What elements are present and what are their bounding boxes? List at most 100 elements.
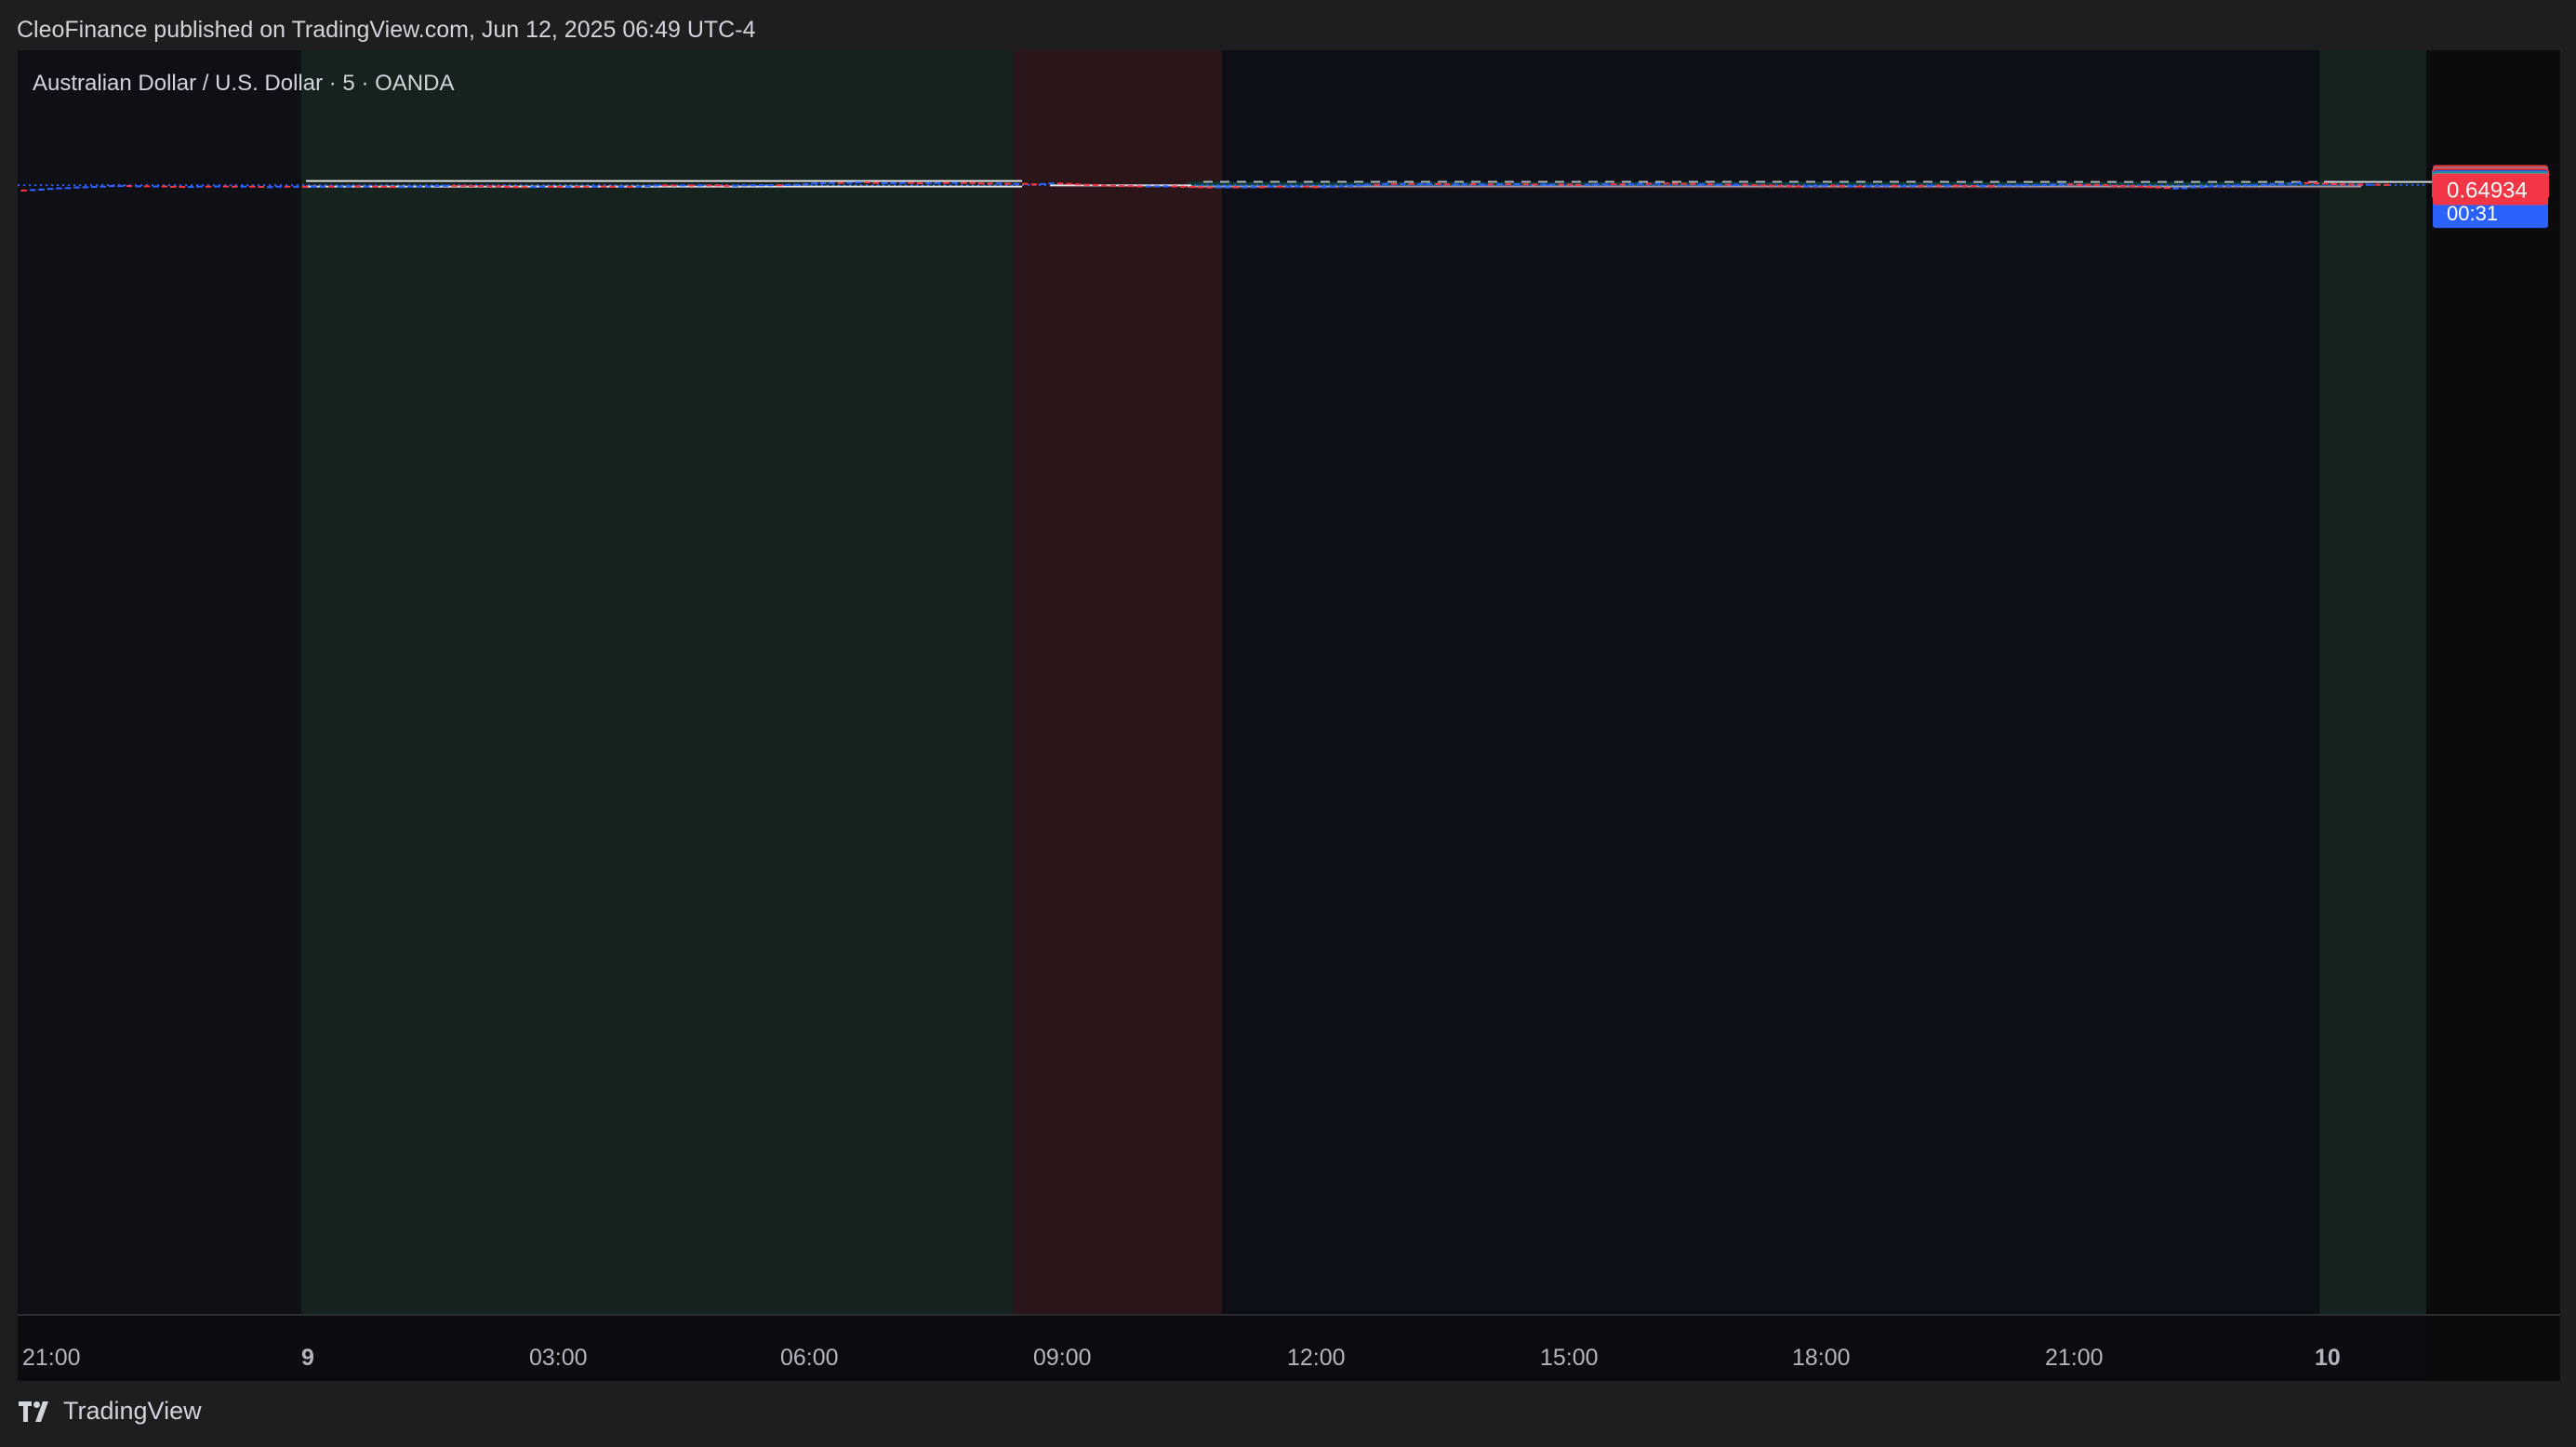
candle[interactable] <box>1048 182 1056 185</box>
candle[interactable] <box>1127 185 1135 188</box>
candle[interactable] <box>1716 183 1722 186</box>
candle[interactable] <box>1338 185 1345 188</box>
candle[interactable] <box>943 181 949 184</box>
candle[interactable] <box>1004 182 1011 185</box>
candle[interactable] <box>196 185 203 188</box>
candle[interactable] <box>169 185 177 188</box>
candle[interactable] <box>82 186 89 189</box>
candle[interactable] <box>1513 183 1520 186</box>
candle[interactable] <box>1619 183 1626 186</box>
candle[interactable] <box>442 184 449 187</box>
candle[interactable] <box>135 185 141 188</box>
candle[interactable] <box>714 184 722 187</box>
candle[interactable] <box>398 186 405 189</box>
candle[interactable] <box>1276 185 1283 188</box>
candle[interactable] <box>1030 183 1038 186</box>
candle[interactable] <box>319 185 326 188</box>
candle[interactable] <box>1689 182 1696 185</box>
candle[interactable] <box>2137 185 2144 188</box>
candle[interactable] <box>1083 183 1090 186</box>
candle[interactable] <box>1496 183 1503 186</box>
candle[interactable] <box>1706 183 1714 186</box>
candle[interactable] <box>293 185 299 188</box>
candle[interactable] <box>345 185 352 188</box>
candle[interactable] <box>117 184 124 188</box>
candle[interactable] <box>951 181 959 184</box>
candle[interactable] <box>530 185 537 189</box>
candle[interactable] <box>1232 186 1240 189</box>
candle[interactable] <box>64 187 72 190</box>
candle[interactable] <box>829 181 835 184</box>
candle[interactable] <box>1153 185 1161 188</box>
candle[interactable] <box>2084 183 2091 186</box>
candle[interactable] <box>2111 184 2118 187</box>
candle[interactable] <box>2066 183 2074 186</box>
candle[interactable] <box>600 185 607 188</box>
candle[interactable] <box>1197 186 1204 189</box>
candle[interactable] <box>1355 184 1362 187</box>
candle[interactable] <box>2076 183 2083 186</box>
candle[interactable] <box>1101 184 1108 187</box>
candle[interactable] <box>1874 184 1880 187</box>
candle[interactable] <box>1847 185 1854 188</box>
candle[interactable] <box>2374 183 2382 186</box>
candle[interactable] <box>2348 183 2355 186</box>
candle[interactable] <box>987 182 993 185</box>
candle[interactable] <box>1610 183 1617 186</box>
candle[interactable] <box>1373 183 1380 186</box>
candle[interactable] <box>855 181 862 184</box>
candle[interactable] <box>354 185 361 188</box>
candle[interactable] <box>1971 184 1977 188</box>
candle[interactable] <box>1321 185 1327 189</box>
candle[interactable] <box>1680 182 1688 185</box>
candle[interactable] <box>2216 185 2224 188</box>
candle[interactable] <box>2155 186 2162 189</box>
candle[interactable] <box>1522 182 1530 186</box>
candle[interactable] <box>750 184 756 187</box>
candle[interactable] <box>1056 182 1064 185</box>
candle[interactable] <box>161 185 168 188</box>
candle[interactable] <box>2190 186 2197 189</box>
candle[interactable] <box>1540 183 1547 186</box>
candle[interactable] <box>416 185 423 188</box>
candle[interactable] <box>143 185 151 188</box>
candle[interactable] <box>1426 182 1433 185</box>
candle[interactable] <box>56 187 62 190</box>
candle[interactable] <box>1803 185 1811 188</box>
candle[interactable] <box>758 183 765 187</box>
candle[interactable] <box>934 181 941 184</box>
candle[interactable] <box>1953 184 1959 187</box>
candle[interactable] <box>187 185 194 189</box>
candle[interactable] <box>503 185 511 189</box>
candle[interactable] <box>2102 183 2109 187</box>
candle[interactable] <box>2251 184 2258 187</box>
candle[interactable] <box>2014 184 2021 187</box>
candle[interactable] <box>916 181 923 185</box>
candle[interactable] <box>1162 185 1169 188</box>
candle[interactable] <box>1135 185 1143 188</box>
candle[interactable] <box>258 185 265 188</box>
candle[interactable] <box>635 185 643 188</box>
candle[interactable] <box>2163 187 2171 190</box>
candle[interactable] <box>1961 184 1969 187</box>
candle[interactable] <box>1566 183 1573 186</box>
candle[interactable] <box>1109 184 1117 187</box>
candle[interactable] <box>1171 185 1178 188</box>
candle[interactable] <box>811 182 818 185</box>
candle[interactable] <box>2050 183 2056 186</box>
candle[interactable] <box>459 184 467 187</box>
candle[interactable] <box>548 185 554 188</box>
candle[interactable] <box>1066 182 1072 185</box>
candle[interactable] <box>477 184 485 188</box>
candle[interactable] <box>1039 182 1046 185</box>
candle[interactable] <box>1908 184 1916 187</box>
candle[interactable] <box>73 186 80 189</box>
candle[interactable] <box>740 184 748 187</box>
candle[interactable] <box>1329 185 1336 188</box>
candle[interactable] <box>574 185 581 189</box>
candle[interactable] <box>706 184 712 187</box>
candle[interactable] <box>995 182 1003 185</box>
candle[interactable] <box>1118 185 1125 188</box>
candle[interactable] <box>1487 183 1494 186</box>
candle[interactable] <box>723 184 730 187</box>
